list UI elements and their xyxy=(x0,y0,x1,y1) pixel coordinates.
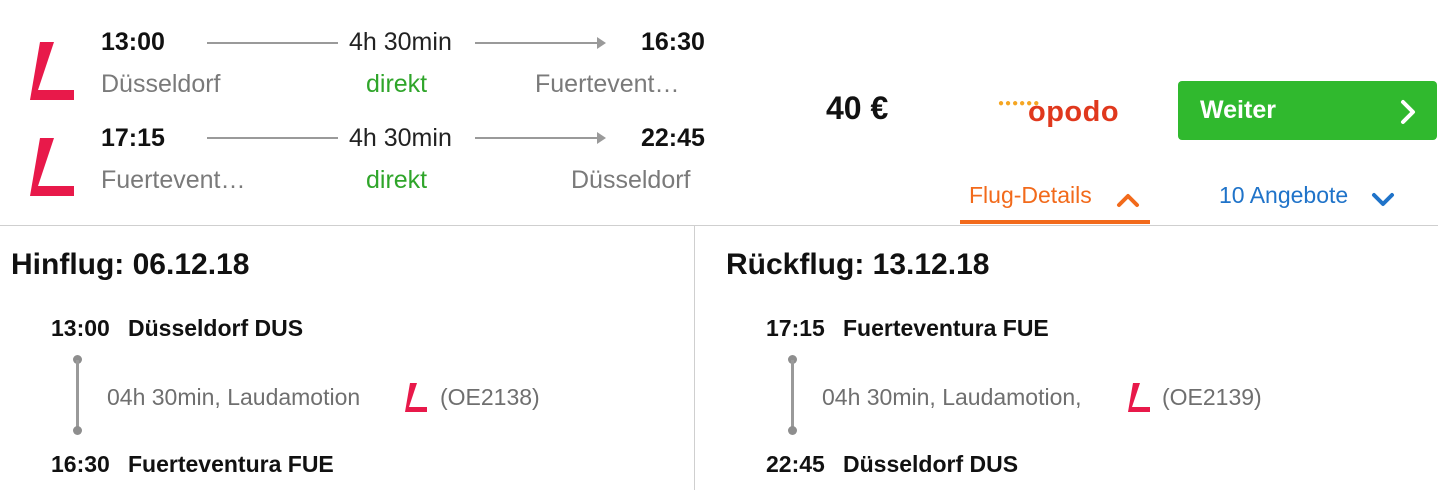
weiter-label: Weiter xyxy=(1200,96,1276,124)
chevron-up-icon xyxy=(1116,187,1140,214)
return-detail-arr-time: 22:45 xyxy=(766,451,825,477)
tab-offers-label: 10 Angebote xyxy=(1219,182,1349,208)
return-route-line-right xyxy=(475,137,597,139)
outbound-duration: 4h 30min xyxy=(349,28,452,56)
chevron-right-icon xyxy=(1400,99,1416,132)
price: 40 € xyxy=(826,90,889,126)
laudamotion-small-logo-outbound xyxy=(402,381,430,414)
return-arrival-time: 22:45 xyxy=(641,124,705,152)
outbound-timeline-line xyxy=(76,360,79,430)
outbound-detail-flight-number: (OE2138) xyxy=(440,384,540,410)
outbound-detail-dep-airport: Düsseldorf DUS xyxy=(128,315,304,341)
tab-active-underline xyxy=(960,220,1150,224)
return-route-line-left xyxy=(207,137,338,139)
laudamotion-logo-outbound xyxy=(24,38,80,104)
outbound-detail-arr-time: 16:30 xyxy=(51,451,110,477)
return-detail-arr-airport: Düsseldorf DUS xyxy=(843,451,1019,477)
return-duration: 4h 30min xyxy=(349,124,452,152)
return-stops: direkt xyxy=(366,166,428,194)
tab-offers[interactable]: 10 Angebote xyxy=(1219,182,1409,212)
return-detail-dep-time: 17:15 xyxy=(766,315,825,341)
outbound-detail-dep-time: 13:00 xyxy=(51,315,110,341)
tab-flight-details[interactable]: Flug-Details xyxy=(960,178,1150,224)
header-divider xyxy=(0,225,1438,226)
column-divider xyxy=(694,226,695,490)
outbound-arrow-icon xyxy=(597,37,606,49)
outbound-route-line-left xyxy=(207,42,338,44)
laudamotion-logo-return xyxy=(24,134,80,200)
return-timeline-dot-bottom xyxy=(788,426,797,435)
return-timeline-line xyxy=(791,360,794,430)
return-departure-time: 17:15 xyxy=(101,124,165,152)
return-detail-dep-airport: Fuerteventura FUE xyxy=(843,315,1049,341)
outbound-detail-title: Hinflug: 06.12.18 xyxy=(11,248,250,281)
outbound-timeline-dot-bottom xyxy=(73,426,82,435)
return-detail-info: 04h 30min, Laudamotion, xyxy=(822,384,1082,410)
tab-flight-details-label: Flug-Details xyxy=(969,182,1092,208)
outbound-departure-city: Düsseldorf xyxy=(101,70,221,98)
outbound-departure-time: 13:00 xyxy=(101,28,165,56)
outbound-route-line-right xyxy=(475,42,597,44)
laudamotion-small-logo-return xyxy=(1125,381,1153,414)
return-arrow-icon xyxy=(597,132,606,144)
outbound-detail-arr-airport: Fuerteventura FUE xyxy=(128,451,334,477)
return-detail-flight-number: (OE2139) xyxy=(1162,384,1262,410)
outbound-arrival-time: 16:30 xyxy=(641,28,705,56)
outbound-arrival-city: Fuertevent… xyxy=(535,70,680,98)
outbound-detail-info: 04h 30min, Laudamotion xyxy=(107,384,361,410)
return-arrival-city: Düsseldorf xyxy=(571,166,691,194)
weiter-button[interactable]: Weiter xyxy=(1178,81,1437,140)
outbound-stops: direkt xyxy=(366,70,428,98)
provider-name: opodo xyxy=(1028,96,1120,128)
return-detail-title: Rückflug: 13.12.18 xyxy=(726,248,990,281)
chevron-down-icon xyxy=(1371,187,1395,214)
return-departure-city: Fuertevent… xyxy=(101,166,246,194)
